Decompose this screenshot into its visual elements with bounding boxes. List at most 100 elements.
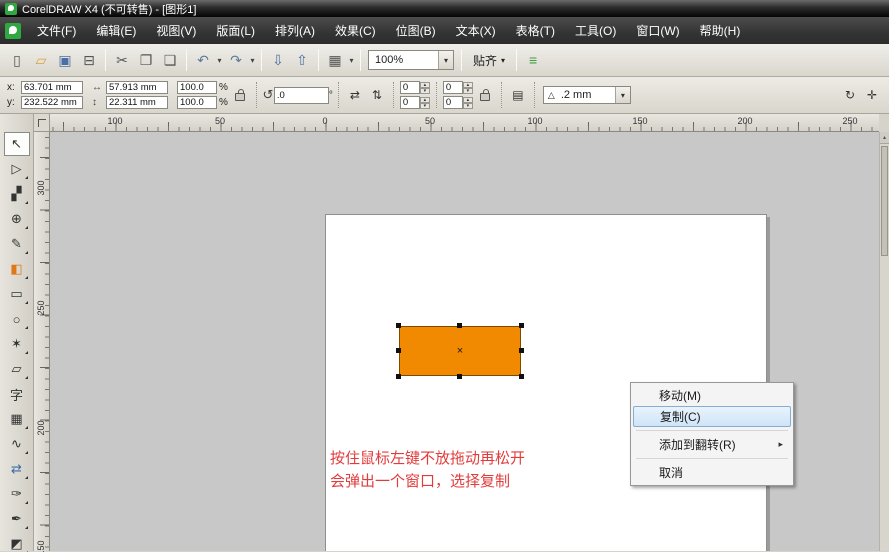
text-tool[interactable]: 字 — [4, 382, 30, 406]
horizontal-ruler[interactable]: 100 50 0 50 100 150 200 250 — [34, 114, 879, 132]
print-button[interactable]: ⊟ — [77, 48, 101, 72]
menu-file[interactable]: 文件(F) — [27, 17, 86, 44]
cut-button[interactable]: ✂ — [110, 48, 134, 72]
object-y-input[interactable] — [21, 96, 83, 109]
scroll-up-icon[interactable]: ▴ — [880, 132, 889, 144]
round-corners-together-button[interactable] — [475, 85, 495, 105]
object-x-input[interactable] — [21, 81, 83, 94]
interactive-blend-tool[interactable]: ⇄ — [4, 457, 30, 481]
undo-button[interactable]: ↶ — [191, 48, 215, 72]
rotation-angle-input[interactable] — [274, 87, 329, 104]
lock-ratio-button[interactable] — [230, 85, 250, 105]
wrap-text-button[interactable]: ▤ — [508, 85, 528, 105]
zoom-tool-icon: ⊕ — [11, 211, 22, 227]
outline-width-select[interactable]: △ .2 mm ▾ — [543, 86, 631, 104]
object-height-input[interactable] — [106, 96, 168, 109]
scale-h-input[interactable] — [177, 81, 217, 94]
corner-tr-spinner[interactable]: ▴▾ — [463, 82, 473, 94]
crosshair-icon: ✛ — [867, 88, 877, 102]
drawing-canvas[interactable]: × 按住鼠标左键不放拖动再松开 会弹出一个窗口，选择复制 移动(M) 复制(C) — [50, 132, 879, 551]
menu-tools[interactable]: 工具(O) — [565, 17, 626, 44]
window-title: CorelDRAW X4 (不可转售) - [图形1] — [22, 1, 196, 17]
ruler-origin-corner[interactable] — [34, 114, 50, 132]
menu-bitmaps[interactable]: 位图(B) — [386, 17, 446, 44]
corner-tr-input[interactable] — [443, 81, 463, 94]
menu-layout[interactable]: 版面(L) — [206, 17, 265, 44]
scale-v-input[interactable] — [177, 96, 217, 109]
menu-effects[interactable]: 效果(C) — [325, 17, 386, 44]
basic-shapes-tool[interactable]: ▱ — [4, 357, 30, 381]
ruler-h-number: 250 — [840, 116, 860, 126]
smart-fill-tool[interactable]: ◧ — [4, 257, 30, 281]
selection-center-marker[interactable]: × — [457, 345, 463, 357]
new-button[interactable]: ▯ — [5, 48, 29, 72]
corner-bl-input[interactable] — [400, 96, 420, 109]
menu-text[interactable]: 文本(X) — [446, 17, 506, 44]
options-button[interactable]: ≡ — [521, 48, 545, 72]
vertical-scrollbar[interactable]: ▴ — [879, 132, 889, 551]
dimension-tool[interactable]: ∿ — [4, 432, 30, 456]
export-icon: ⇧ — [296, 52, 308, 69]
menu-arrange[interactable]: 排列(A) — [265, 17, 325, 44]
redo-dropdown[interactable]: ▾ — [248, 48, 257, 72]
corner-tl-input[interactable] — [400, 81, 420, 94]
save-button[interactable]: ▣ — [53, 48, 77, 72]
corner-tl-spinner[interactable]: ▴▾ — [420, 82, 430, 94]
launcher-dropdown[interactable]: ▾ — [347, 48, 356, 72]
shape-tool[interactable]: ▷ — [4, 157, 30, 181]
mirror-vertical-button[interactable]: ⇅ — [367, 85, 387, 105]
context-menu-move[interactable]: 移动(M) — [633, 385, 791, 406]
mirror-horizontal-button[interactable]: ⇄ — [345, 85, 365, 105]
ellipse-tool[interactable]: ○ — [4, 307, 30, 331]
selection-handle[interactable] — [396, 374, 401, 379]
import-button[interactable]: ⇩ — [266, 48, 290, 72]
outline-dropdown-icon[interactable]: ▾ — [615, 87, 630, 103]
zoom-dropdown-icon[interactable]: ▾ — [438, 51, 453, 69]
open-button[interactable]: ▱ — [29, 48, 53, 72]
selection-handle[interactable] — [519, 323, 524, 328]
selection-handle[interactable] — [457, 323, 462, 328]
selection-handle[interactable] — [519, 348, 524, 353]
context-menu-cancel[interactable]: 取消 — [633, 462, 791, 483]
menu-table[interactable]: 表格(T) — [506, 17, 565, 44]
object-width-input[interactable] — [106, 81, 168, 94]
paste-button[interactable]: ❏ — [158, 48, 182, 72]
export-button[interactable]: ⇧ — [290, 48, 314, 72]
eyedropper-tool[interactable]: ✑ — [4, 482, 30, 506]
menu-view[interactable]: 视图(V) — [146, 17, 206, 44]
selection-handle[interactable] — [396, 348, 401, 353]
selection-handle[interactable] — [519, 374, 524, 379]
outline-pen-tool[interactable]: ✒ — [4, 507, 30, 531]
polygon-tool[interactable]: ✶ — [4, 332, 30, 356]
orange-rectangle[interactable]: × — [399, 326, 521, 376]
crop-tool[interactable]: ▞ — [4, 182, 30, 206]
freehand-tool[interactable]: ✎ — [4, 232, 30, 256]
snap-to-dropdown[interactable]: 贴齐 ▾ — [466, 49, 512, 71]
vertical-ruler[interactable]: 300 250 200 150 — [34, 132, 50, 551]
selection-handle[interactable] — [396, 323, 401, 328]
application-launcher-button[interactable]: ▦ — [323, 48, 347, 72]
menu-help[interactable]: 帮助(H) — [690, 17, 751, 44]
corner-br-input[interactable] — [443, 96, 463, 109]
table-tool[interactable]: ▦ — [4, 407, 30, 431]
toolbar-separator — [318, 49, 319, 71]
corner-br-spinner[interactable]: ▴▾ — [463, 97, 473, 109]
context-menu-add-to-rollover[interactable]: 添加到翻转(R) ▸ — [633, 434, 791, 455]
menu-window[interactable]: 窗口(W) — [626, 17, 689, 44]
zoom-level-select[interactable]: 100% ▾ — [368, 50, 454, 70]
refresh-button[interactable]: ↻ — [840, 85, 860, 105]
undo-dropdown[interactable]: ▾ — [215, 48, 224, 72]
menu-edit[interactable]: 编辑(E) — [86, 17, 146, 44]
rectangle-tool[interactable]: ▭ — [4, 282, 30, 306]
pick-tool[interactable]: ↖ — [4, 132, 30, 156]
context-menu-copy[interactable]: 复制(C) — [633, 406, 791, 427]
redo-button[interactable]: ↷ — [224, 48, 248, 72]
graph-paper-button[interactable]: ✛ — [862, 85, 882, 105]
scrollbar-thumb[interactable] — [881, 146, 888, 256]
text-tool-icon: 字 — [10, 385, 23, 404]
copy-button[interactable]: ❐ — [134, 48, 158, 72]
selection-handle[interactable] — [457, 374, 462, 379]
fill-tool[interactable]: ◩ — [4, 532, 30, 552]
corner-bl-spinner[interactable]: ▴▾ — [420, 97, 430, 109]
zoom-tool[interactable]: ⊕ — [4, 207, 30, 231]
